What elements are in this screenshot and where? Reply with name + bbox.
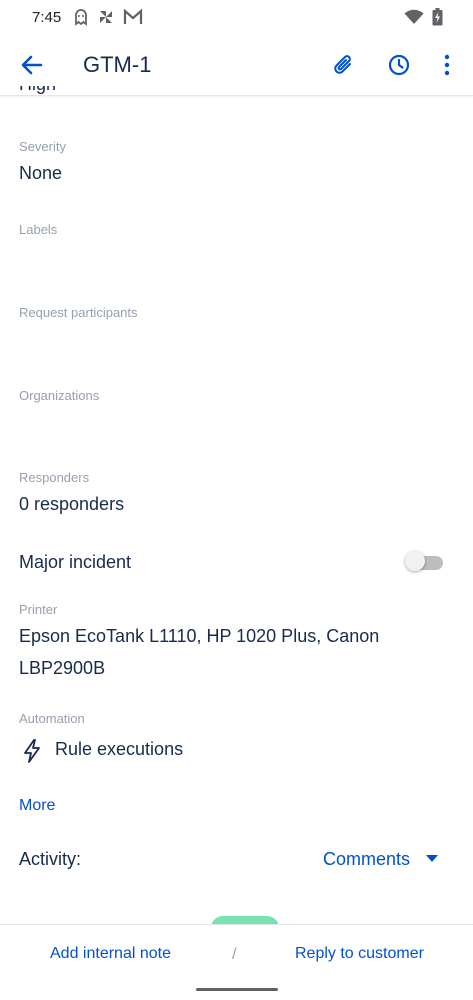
pinwheel-icon: [100, 11, 113, 23]
status-icons-left: [73, 8, 143, 26]
attachment-icon: [334, 55, 351, 74]
organizations-field[interactable]: [19, 408, 449, 438]
printer-value-line2[interactable]: LBP2900B: [19, 658, 105, 679]
more-link[interactable]: More: [19, 797, 55, 815]
priority-value-text: High: [19, 86, 56, 94]
wifi-icon: [404, 9, 424, 24]
reply-to-customer-button[interactable]: Reply to customer: [295, 945, 424, 963]
rule-executions-item[interactable]: Rule executions: [19, 736, 319, 764]
app-bar: GTM-1: [0, 34, 473, 96]
more-options-button[interactable]: [433, 51, 461, 79]
activity-filter-selected: Comments: [323, 849, 411, 869]
activity-filter-dropdown[interactable]: Comments: [322, 846, 448, 874]
more-vert-icon: [444, 54, 450, 76]
ghost-icon: [75, 9, 88, 26]
back-arrow-icon: [21, 55, 43, 75]
gmail-icon: [124, 9, 143, 24]
severity-value[interactable]: None: [19, 163, 62, 184]
responders-label: Responders: [19, 470, 90, 485]
status-time: 7:45: [32, 8, 62, 26]
status-icons-right: [404, 8, 443, 26]
printer-label: Printer: [19, 602, 58, 617]
printer-value-line1[interactable]: Epson EcoTank L1110, HP 1020 Plus, Canon: [19, 626, 379, 647]
activity-label: Activity:: [19, 849, 82, 869]
attachment-button[interactable]: [330, 51, 358, 79]
labels-label: Labels: [19, 222, 58, 237]
rule-executions-label: Rule executions: [55, 739, 184, 759]
request-participants-label: Request participants: [19, 305, 138, 320]
page-title: GTM-1: [83, 52, 152, 77]
priority-value: High: [19, 86, 56, 96]
bottom-bar-separator: /: [232, 946, 237, 963]
back-button[interactable]: [18, 51, 46, 79]
lightning-bolt-icon: [24, 739, 40, 763]
request-participants-field[interactable]: [19, 325, 449, 355]
home-indicator[interactable]: [196, 988, 278, 991]
toggle-thumb: [405, 551, 425, 571]
status-bar: 7:45: [0, 0, 473, 34]
major-incident-label: Major incident: [19, 552, 132, 572]
responders-value[interactable]: 0 responders: [19, 494, 124, 515]
automation-label: Automation: [19, 711, 85, 726]
dropdown-arrow-icon: [426, 855, 438, 862]
history-button[interactable]: [385, 51, 413, 79]
battery-charging-icon: [432, 8, 443, 26]
severity-label: Severity: [19, 139, 66, 154]
history-icon: [388, 54, 410, 76]
labels-field[interactable]: [19, 242, 449, 272]
major-incident-toggle[interactable]: [405, 551, 443, 571]
organizations-label: Organizations: [19, 388, 100, 403]
add-internal-note-button[interactable]: Add internal note: [50, 945, 171, 963]
